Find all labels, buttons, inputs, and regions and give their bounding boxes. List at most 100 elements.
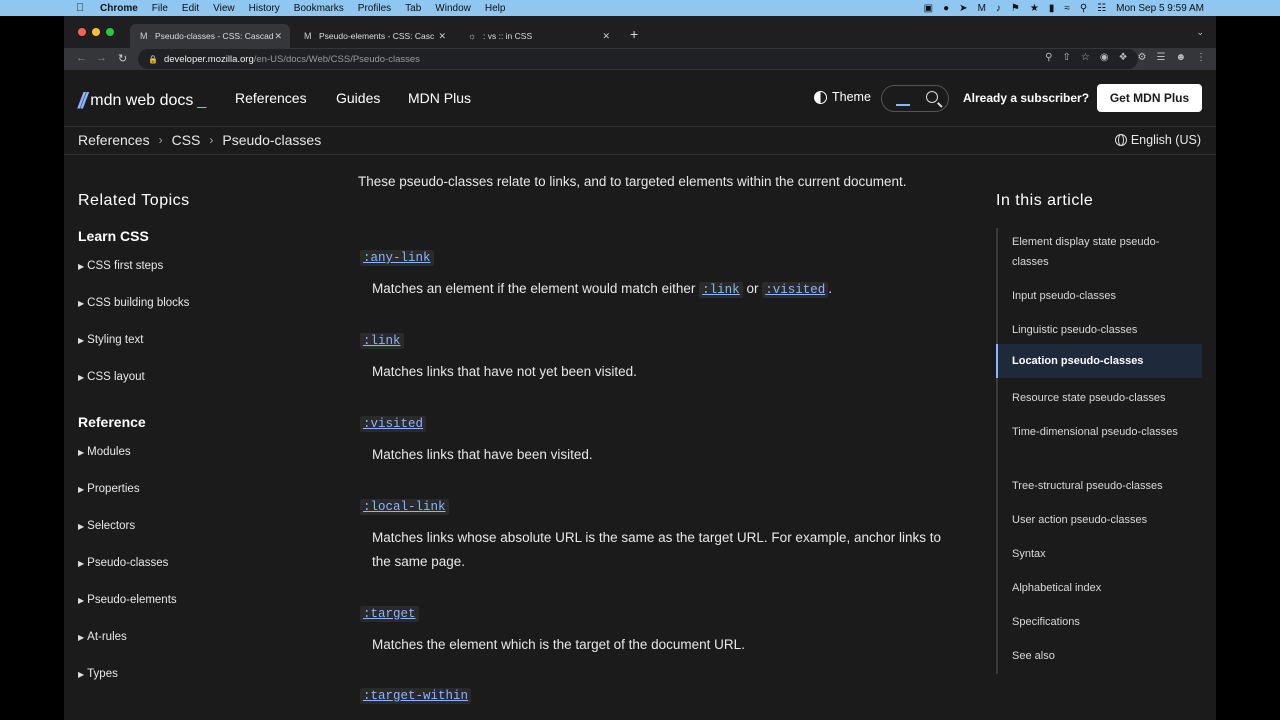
zoom-window-button[interactable] [106, 28, 114, 36]
lock-icon[interactable]: 🔒 [148, 55, 158, 64]
desc-target: Matches the element which is the target … [372, 637, 745, 652]
breadcrumb-pseudo-classes[interactable]: Pseudo-classes [222, 132, 321, 148]
toc-item-resource-state[interactable]: Resource state pseudo-classes [998, 388, 1204, 408]
sidebar-item-properties[interactable]: ▶ Properties [78, 483, 140, 495]
reload-icon[interactable]: ↻ [118, 52, 127, 65]
reading-list-icon[interactable]: ☰ [1157, 52, 1166, 63]
get-mdn-plus-button[interactable]: Get MDN Plus [1097, 84, 1202, 112]
nav-guides[interactable]: Guides [336, 90, 380, 106]
apple-icon[interactable]:  [76, 2, 90, 14]
toc-item-input[interactable]: Input pseudo-classes [998, 286, 1204, 306]
more-menu-icon[interactable]: ⋮ [1196, 52, 1206, 63]
expand-triangle-icon: ▶ [78, 632, 85, 642]
sidebar-item-pseudo-classes[interactable]: ▶ Pseudo-classes [78, 557, 168, 569]
term-target-within[interactable]: :target-within [360, 688, 472, 704]
back-icon[interactable]: ← [76, 52, 87, 64]
breadcrumb-references[interactable]: References [78, 132, 150, 148]
nav-mdn-plus[interactable]: MDN Plus [408, 90, 471, 106]
sidebar-item-label: Modules [87, 446, 131, 458]
menu-app-name[interactable]: Chrome [100, 3, 138, 14]
menu-file[interactable]: File [152, 3, 168, 14]
address-bar[interactable]: 🔒 developer.mozilla.org/en-US/docs/Web/C… [138, 49, 1138, 69]
term-target[interactable]: :target [360, 606, 419, 622]
tab-pseudo-classes[interactable]: M Pseudo-classes - CSS: Cascad ✕ [130, 24, 290, 48]
bookmark-star-icon[interactable]: ☆ [1081, 52, 1090, 63]
sidebar-item-modules[interactable]: ▶ Modules [78, 446, 131, 458]
toc-item-location[interactable]: Location pseudo-classes [996, 344, 1202, 378]
expand-triangle-icon: ▶ [78, 484, 85, 494]
screen-record-icon[interactable]: ▣ [924, 3, 933, 14]
toc-item-specifications[interactable]: Specifications [998, 612, 1204, 632]
puzzle-icon[interactable]: ⚙ [1138, 52, 1147, 63]
sidebar-item-types[interactable]: ▶ Types [78, 668, 118, 680]
share-icon[interactable]: ⇧ [1062, 52, 1070, 63]
sidebar-item-at-rules[interactable]: ▶ At-rules [78, 631, 127, 643]
gmail-icon[interactable]: M [978, 3, 986, 14]
toc-item-time-dimensional[interactable]: Time-dimensional pseudo-classes [998, 422, 1204, 442]
breadcrumb-bar: References › CSS › Pseudo-classes Englis… [64, 127, 1216, 155]
toc-item-alphabetical-index[interactable]: Alphabetical index [998, 578, 1204, 598]
theme-icon [814, 90, 827, 104]
bluetooth-icon[interactable]: ★ [1030, 3, 1039, 14]
menu-edit[interactable]: Edit [182, 3, 199, 14]
menu-help[interactable]: Help [485, 3, 506, 14]
sidebar-item-pseudo-elements[interactable]: ▶ Pseudo-elements [78, 594, 177, 606]
menu-view[interactable]: View [213, 3, 235, 14]
zoom-icon[interactable]: ⚲ [1045, 52, 1052, 63]
spotlight-icon[interactable]: ⚲ [1080, 3, 1087, 14]
sidebar-item-styling-text[interactable]: ▶ Styling text [78, 334, 143, 346]
extension-color-icon[interactable]: ◉ [1100, 52, 1109, 63]
term-local-link[interactable]: :local-link [360, 499, 449, 515]
extension-icon[interactable]: ❖ [1119, 52, 1128, 63]
term-link[interactable]: :link [360, 333, 404, 349]
battery-icon[interactable]: ▮ [1049, 3, 1055, 14]
tab-pseudo-elements[interactable]: M Pseudo-elements - CSS: Casc ✕ [294, 24, 454, 48]
sidebar-item-selectors[interactable]: ▶ Selectors [78, 520, 135, 532]
close-tab-icon[interactable]: ✕ [602, 31, 610, 42]
nav-references[interactable]: References [235, 90, 307, 106]
subscriber-link[interactable]: Already a subscriber? [963, 91, 1089, 105]
chevron-right-icon: › [158, 133, 163, 147]
menu-bookmarks[interactable]: Bookmarks [294, 3, 344, 14]
menu-profiles[interactable]: Profiles [358, 3, 391, 14]
forward-icon[interactable]: → [96, 52, 107, 64]
code-link[interactable]: :link [699, 282, 743, 298]
toc-item-element-display-state[interactable]: Element display state pseudo-classes [998, 232, 1204, 272]
breadcrumb-css[interactable]: CSS [172, 132, 201, 148]
minimize-window-button[interactable] [92, 28, 100, 36]
toc-item-see-also[interactable]: See also [998, 646, 1204, 666]
search-icon[interactable] [926, 91, 938, 103]
term-any-link[interactable]: :any-link [360, 250, 434, 266]
sidebar-item-css-layout[interactable]: ▶ CSS layout [78, 371, 145, 383]
control-center-icon[interactable]: ☷ [1097, 3, 1106, 14]
section-intro: These pseudo-classes relate to links, an… [358, 174, 907, 189]
search-input[interactable] [881, 85, 949, 112]
creative-cloud-icon[interactable]: ● [943, 3, 949, 14]
toc-item-linguistic[interactable]: Linguistic pseudo-classes [998, 320, 1204, 340]
toc-item-tree-structural[interactable]: Tree-structural pseudo-classes [998, 476, 1204, 496]
clock[interactable]: Mon Sep 5 9:59 AM [1116, 3, 1204, 14]
language-switcher[interactable]: English (US) [1114, 133, 1201, 147]
menu-window[interactable]: Window [435, 3, 471, 14]
toc-item-syntax[interactable]: Syntax [998, 544, 1204, 564]
close-tab-icon[interactable]: ✕ [438, 31, 446, 42]
theme-toggle-button[interactable]: Theme [814, 90, 871, 104]
term-visited[interactable]: :visited [360, 416, 427, 432]
close-tab-icon[interactable]: ✕ [274, 31, 282, 42]
wifi-icon[interactable]: ≈ [1064, 3, 1070, 14]
volume-icon[interactable]: ♪ [996, 3, 1001, 14]
close-window-button[interactable] [78, 28, 86, 36]
sidebar-item-css-first-steps[interactable]: ▶ CSS first steps [78, 260, 163, 272]
menu-tab[interactable]: Tab [405, 3, 421, 14]
code-visited[interactable]: :visited [762, 282, 829, 298]
tab-vs-css[interactable]: ☼ : vs :: in CSS ✕ [458, 24, 618, 48]
flag-icon[interactable]: ⚑ [1011, 3, 1020, 14]
sidebar-item-css-building-blocks[interactable]: ▶ CSS building blocks [78, 297, 189, 309]
location-icon[interactable]: ➤ [959, 3, 967, 14]
menu-history[interactable]: History [249, 3, 280, 14]
toc-item-user-action[interactable]: User action pseudo-classes [998, 510, 1204, 530]
profile-avatar-icon[interactable]: ☻ [1175, 52, 1186, 63]
new-tab-button[interactable]: + [630, 26, 638, 42]
tab-search-icon[interactable]: ⌄ [1196, 27, 1204, 38]
mdn-logo[interactable]: // mdn web docs _ [78, 88, 206, 114]
